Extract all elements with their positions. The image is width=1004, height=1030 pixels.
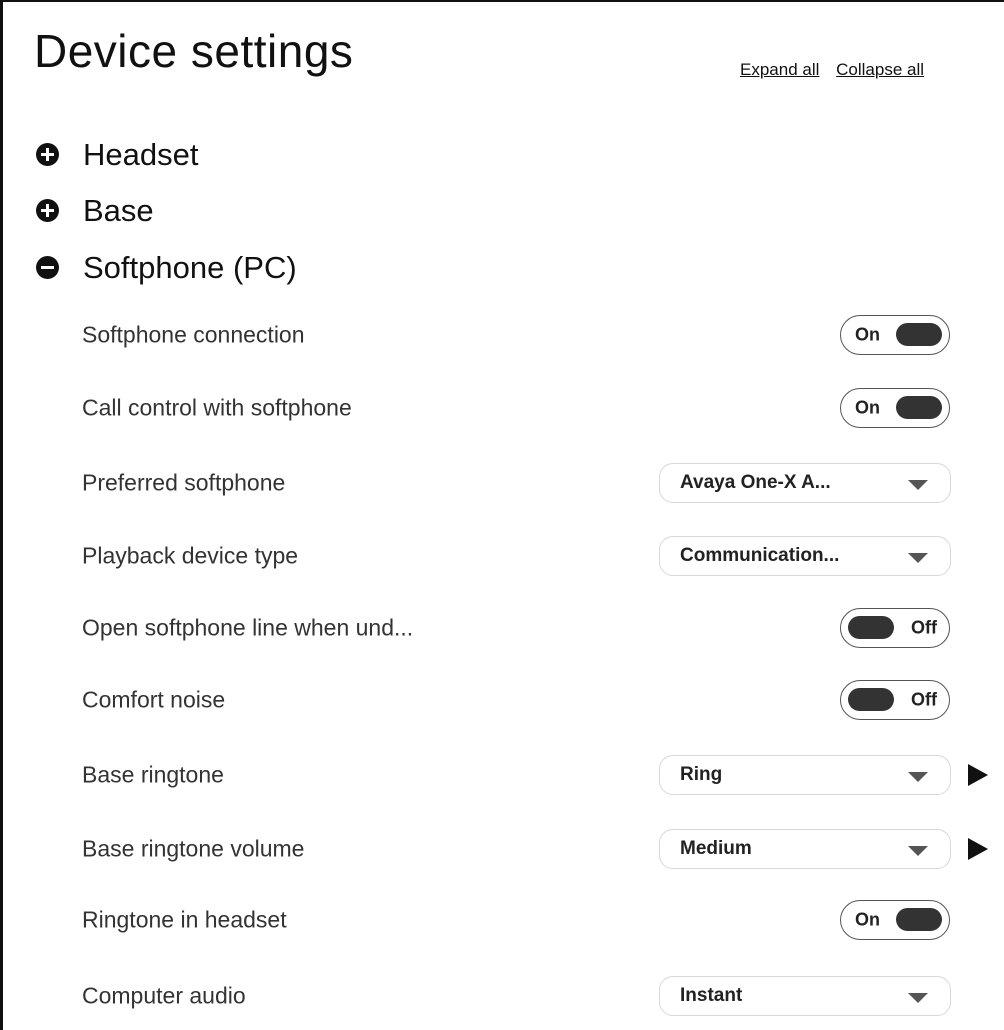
toggle-state-label: On	[855, 909, 880, 930]
setting-row-base-ringtone: Base ringtone Ring	[82, 753, 988, 797]
chevron-down-icon	[908, 846, 928, 856]
play-icon[interactable]	[968, 838, 988, 860]
minus-circle-icon	[36, 255, 59, 279]
dropdown-value: Communication...	[680, 545, 840, 566]
collapse-all-link[interactable]: Collapse all	[836, 60, 924, 79]
play-icon[interactable]	[968, 764, 988, 786]
section-label: Softphone (PC)	[83, 249, 297, 285]
header-links: Expand all Collapse all	[740, 60, 924, 80]
setting-row-open-softphone-line: Open softphone line when und... Off	[82, 606, 982, 650]
ringtone-in-headset-toggle[interactable]: On	[840, 900, 950, 940]
chevron-down-icon	[908, 772, 928, 782]
toggle-knob	[848, 616, 894, 639]
plus-circle-icon	[36, 142, 59, 166]
dropdown-value: Ring	[680, 764, 723, 785]
section-headset[interactable]: Headset	[36, 136, 198, 172]
toggle-state-label: Off	[911, 617, 937, 638]
expand-all-link[interactable]: Expand all	[740, 60, 819, 79]
open-softphone-line-toggle[interactable]: Off	[840, 608, 950, 648]
toggle-knob	[896, 908, 942, 931]
setting-row-ringtone-in-headset: Ringtone in headset On	[82, 898, 982, 942]
setting-label: Computer audio	[82, 982, 246, 1009]
setting-label: Softphone connection	[82, 321, 305, 348]
dropdown-value: Avaya One-X A...	[680, 472, 831, 493]
setting-row-call-control: Call control with softphone On	[82, 386, 982, 430]
toggle-knob	[896, 396, 942, 419]
page-title: Device settings	[34, 25, 354, 77]
dropdown-value: Medium	[680, 838, 752, 859]
setting-label: Base ringtone volume	[82, 835, 305, 862]
setting-label: Base ringtone	[82, 761, 224, 788]
comfort-noise-toggle[interactable]: Off	[840, 680, 950, 720]
setting-row-comfort-noise: Comfort noise Off	[82, 678, 982, 722]
base-ringtone-dropdown[interactable]: Ring	[659, 755, 951, 795]
section-label: Headset	[83, 136, 199, 172]
plus-circle-icon	[36, 198, 59, 222]
computer-audio-dropdown[interactable]: Instant	[659, 976, 951, 1016]
toggle-knob	[848, 688, 894, 711]
call-control-toggle[interactable]: On	[840, 388, 950, 428]
section-base[interactable]: Base	[36, 192, 154, 228]
dropdown-value: Instant	[680, 985, 743, 1006]
base-ringtone-volume-dropdown[interactable]: Medium	[659, 829, 951, 869]
chevron-down-icon	[908, 993, 928, 1003]
toggle-state-label: On	[855, 397, 880, 418]
section-label: Base	[83, 192, 154, 228]
setting-row-base-ringtone-volume: Base ringtone volume Medium	[82, 827, 988, 871]
setting-label: Ringtone in headset	[82, 906, 287, 933]
softphone-connection-toggle[interactable]: On	[840, 315, 950, 355]
setting-row-preferred-softphone: Preferred softphone Avaya One-X A...	[82, 461, 982, 505]
setting-row-computer-audio: Computer audio Instant	[82, 974, 982, 1018]
section-softphone[interactable]: Softphone (PC)	[36, 249, 297, 285]
setting-label: Open softphone line when und...	[82, 614, 414, 641]
chevron-down-icon	[908, 480, 928, 490]
chevron-down-icon	[908, 553, 928, 563]
setting-label: Playback device type	[82, 542, 299, 569]
toggle-state-label: On	[855, 324, 880, 345]
setting-label: Preferred softphone	[82, 469, 286, 496]
toggle-state-label: Off	[911, 689, 937, 710]
preferred-softphone-dropdown[interactable]: Avaya One-X A...	[659, 463, 951, 503]
playback-device-type-dropdown[interactable]: Communication...	[659, 536, 951, 576]
setting-row-softphone-connection: Softphone connection On	[82, 313, 982, 357]
setting-label: Comfort noise	[82, 686, 226, 713]
toggle-knob	[896, 323, 942, 346]
setting-label: Call control with softphone	[82, 394, 352, 421]
setting-row-playback-device-type: Playback device type Communication...	[82, 534, 982, 578]
